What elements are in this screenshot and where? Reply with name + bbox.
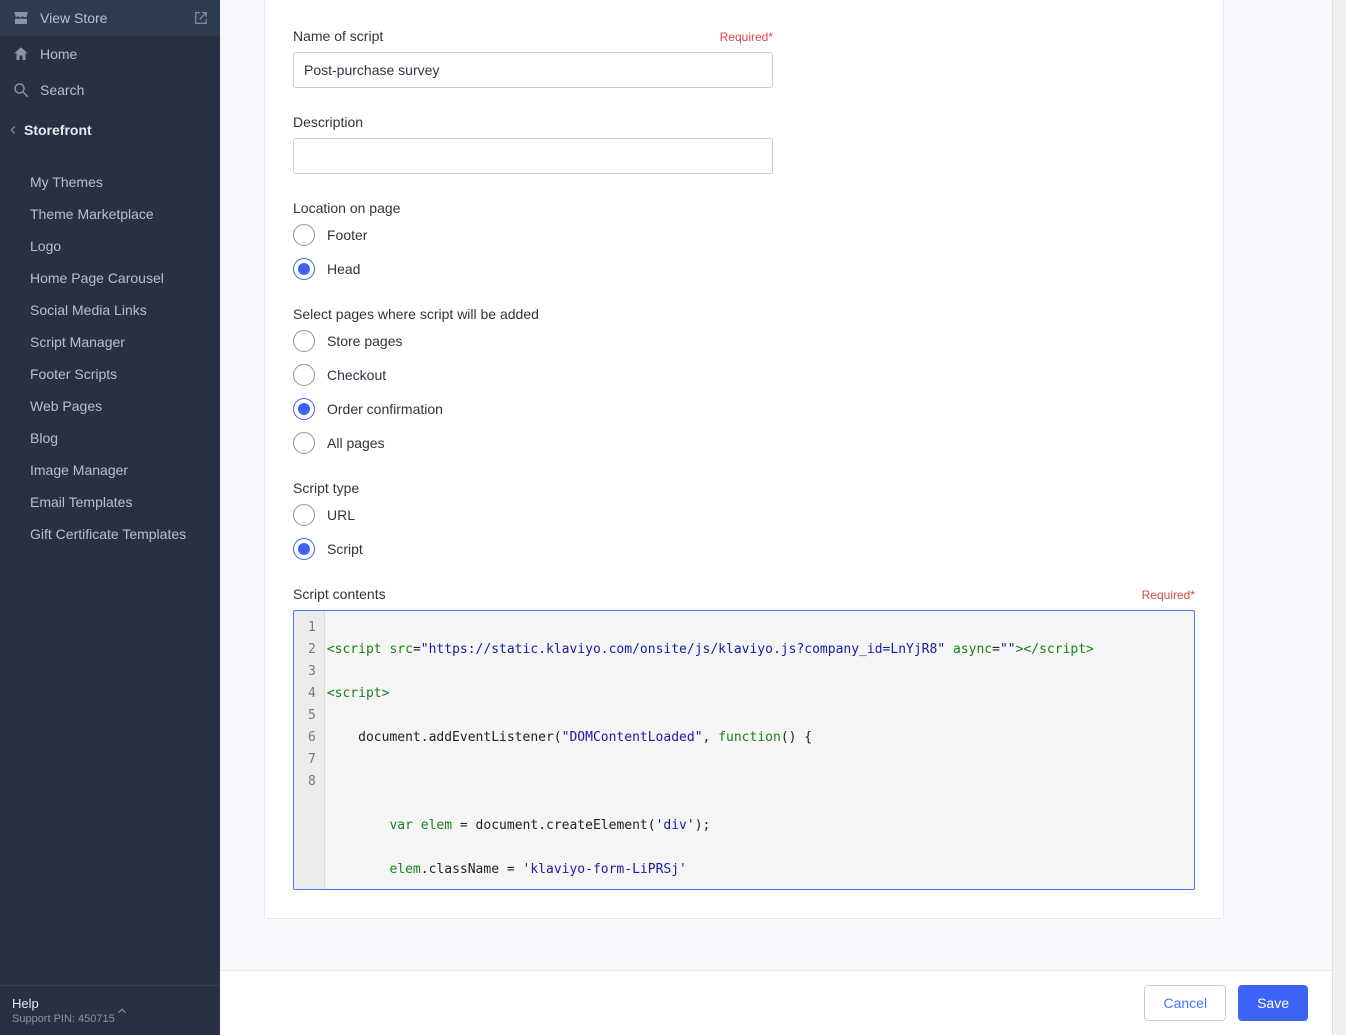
store-icon bbox=[12, 9, 30, 27]
sidebar-top: View Store Home Search Storefront bbox=[0, 0, 220, 152]
save-button[interactable]: Save bbox=[1238, 985, 1308, 1021]
label-location: Location on page bbox=[293, 200, 400, 216]
sidebar-item-gift-certificate-templates[interactable]: Gift Certificate Templates bbox=[0, 518, 220, 550]
label-script-type: Script type bbox=[293, 480, 359, 496]
radio-label-footer: Footer bbox=[327, 227, 367, 243]
field-script-type: Script type URL Script bbox=[293, 480, 773, 560]
field-script-contents: Script contents Required* 1 2 3 4 5 6 7 … bbox=[293, 586, 1195, 890]
sidebar-home[interactable]: Home bbox=[0, 36, 220, 72]
gutter-line: 3 bbox=[308, 661, 316, 683]
code-editor[interactable]: 1 2 3 4 5 6 7 8 <script src="https://sta… bbox=[293, 610, 1195, 890]
label-description: Description bbox=[293, 114, 363, 130]
radio-group-pages: Store pages Checkout Order confirmation bbox=[293, 330, 773, 454]
radio-label-store: Store pages bbox=[327, 333, 403, 349]
radio-indicator bbox=[293, 330, 315, 352]
radio-label-url: URL bbox=[327, 507, 355, 523]
sidebar-item-my-themes[interactable]: My Themes bbox=[0, 166, 220, 198]
gutter-line: 5 bbox=[308, 705, 316, 727]
required-script-contents: Required* bbox=[1142, 588, 1195, 602]
field-description: Description bbox=[293, 114, 773, 174]
label-pages: Select pages where script will be added bbox=[293, 306, 539, 322]
radio-group-script-type: URL Script bbox=[293, 504, 773, 560]
sidebar-item-script-manager[interactable]: Script Manager bbox=[0, 326, 220, 358]
radio-label-all: All pages bbox=[327, 435, 385, 451]
app-root: View Store Home Search Storefront My The… bbox=[0, 0, 1346, 1035]
gutter-line: 2 bbox=[308, 639, 316, 661]
required-name: Required* bbox=[720, 30, 773, 44]
vertical-scrollbar[interactable] bbox=[1332, 0, 1346, 1035]
sidebar-item-theme-marketplace[interactable]: Theme Marketplace bbox=[0, 198, 220, 230]
input-description[interactable] bbox=[293, 138, 773, 174]
sidebar-view-store-label: View Store bbox=[40, 10, 107, 26]
sidebar-search[interactable]: Search bbox=[0, 72, 220, 108]
form-card: Name of script Required* Description Loc… bbox=[264, 0, 1224, 919]
radio-indicator bbox=[293, 224, 315, 246]
radio-location-footer[interactable]: Footer bbox=[293, 224, 773, 246]
radio-pages-all[interactable]: All pages bbox=[293, 432, 773, 454]
radio-pages-store[interactable]: Store pages bbox=[293, 330, 773, 352]
radio-location-head[interactable]: Head bbox=[293, 258, 773, 280]
sidebar-home-label: Home bbox=[40, 46, 77, 62]
sidebar-help[interactable]: Help Support PIN: 450715 bbox=[0, 985, 220, 1035]
radio-pages-order-confirmation[interactable]: Order confirmation bbox=[293, 398, 773, 420]
field-name: Name of script Required* bbox=[293, 28, 773, 88]
sidebar-item-email-templates[interactable]: Email Templates bbox=[0, 486, 220, 518]
main: Name of script Required* Description Loc… bbox=[220, 0, 1332, 1035]
radio-indicator bbox=[293, 538, 315, 560]
sidebar-item-logo[interactable]: Logo bbox=[0, 230, 220, 262]
gutter-line: 1 bbox=[308, 617, 316, 639]
gutter-line: 4 bbox=[308, 683, 316, 705]
radio-label-script: Script bbox=[327, 541, 363, 557]
sidebar-section-storefront[interactable]: Storefront bbox=[0, 108, 220, 152]
radio-label-order-confirmation: Order confirmation bbox=[327, 401, 443, 417]
radio-group-location: Footer Head bbox=[293, 224, 773, 280]
sidebar-search-label: Search bbox=[40, 82, 84, 98]
field-location: Location on page Footer Head bbox=[293, 200, 773, 280]
radio-type-url[interactable]: URL bbox=[293, 504, 773, 526]
sidebar-item-home-page-carousel[interactable]: Home Page Carousel bbox=[0, 262, 220, 294]
search-icon bbox=[12, 81, 30, 99]
chevron-left-icon bbox=[6, 123, 20, 137]
external-link-icon bbox=[194, 11, 208, 25]
sidebar-item-blog[interactable]: Blog bbox=[0, 422, 220, 454]
footer-bar: Cancel Save bbox=[220, 970, 1332, 1035]
sidebar-item-footer-scripts[interactable]: Footer Scripts bbox=[0, 358, 220, 390]
home-icon bbox=[12, 45, 30, 63]
input-script-name[interactable] bbox=[293, 52, 773, 88]
gutter-line: 8 bbox=[308, 771, 316, 793]
cancel-button[interactable]: Cancel bbox=[1144, 985, 1226, 1021]
sidebar-item-social-media-links[interactable]: Social Media Links bbox=[0, 294, 220, 326]
radio-indicator bbox=[293, 432, 315, 454]
sidebar-support-pin: Support PIN: 450715 bbox=[12, 1013, 115, 1025]
sidebar-item-web-pages[interactable]: Web Pages bbox=[0, 390, 220, 422]
radio-label-head: Head bbox=[327, 261, 360, 277]
field-pages: Select pages where script will be added … bbox=[293, 306, 773, 454]
sidebar-links: My Themes Theme Marketplace Logo Home Pa… bbox=[0, 166, 220, 985]
code-content[interactable]: <script src="https://static.klaviyo.com/… bbox=[325, 611, 1194, 889]
radio-indicator bbox=[293, 364, 315, 386]
gutter-line: 6 bbox=[308, 727, 316, 749]
radio-indicator bbox=[293, 398, 315, 420]
radio-type-script[interactable]: Script bbox=[293, 538, 773, 560]
gutter-line: 7 bbox=[308, 749, 316, 771]
sidebar: View Store Home Search Storefront My The… bbox=[0, 0, 220, 1035]
chevron-up-icon bbox=[115, 1004, 129, 1018]
label-script-contents: Script contents bbox=[293, 586, 386, 602]
sidebar-view-store[interactable]: View Store bbox=[0, 0, 220, 36]
content-scroll[interactable]: Name of script Required* Description Loc… bbox=[220, 0, 1332, 970]
sidebar-section-label: Storefront bbox=[24, 122, 92, 138]
code-gutter: 1 2 3 4 5 6 7 8 bbox=[294, 611, 325, 889]
label-name: Name of script bbox=[293, 28, 383, 44]
sidebar-help-label: Help bbox=[12, 996, 115, 1011]
radio-indicator bbox=[293, 258, 315, 280]
radio-pages-checkout[interactable]: Checkout bbox=[293, 364, 773, 386]
radio-label-checkout: Checkout bbox=[327, 367, 386, 383]
radio-indicator bbox=[293, 504, 315, 526]
sidebar-item-image-manager[interactable]: Image Manager bbox=[0, 454, 220, 486]
